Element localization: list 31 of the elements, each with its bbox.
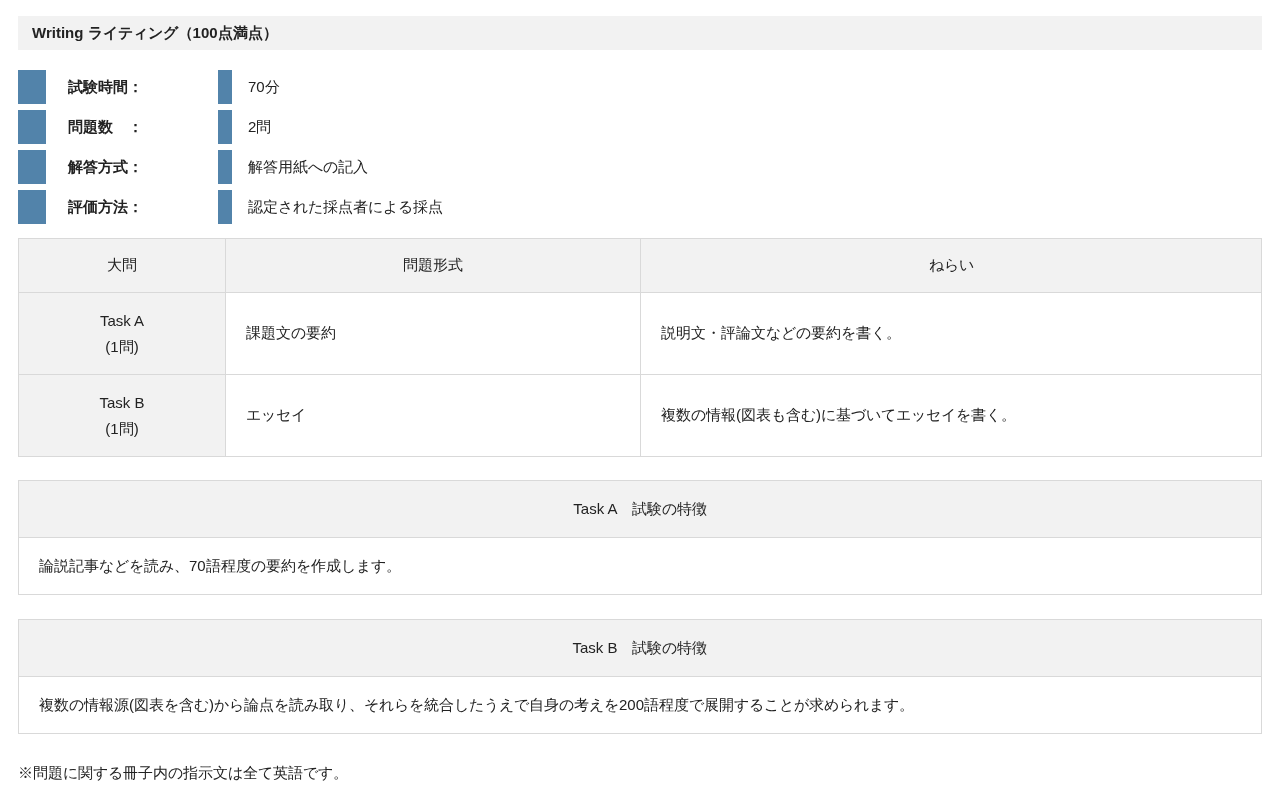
info-value: 2問 bbox=[248, 116, 272, 137]
label-marker bbox=[18, 190, 46, 224]
panel-text: 複数の情報源(図表を含む)から論点を読み取り、それらを統合したうえで自身の考えを200語程度で展開することが求められます。 bbox=[38, 694, 916, 715]
panel-text: 論説記事などを読み、70語程度の要約を作成します。 bbox=[38, 555, 402, 576]
table-cell: 複数の情報(図表も含む)に基づいてエッセイを書く。 bbox=[640, 374, 1262, 457]
info-value: 70分 bbox=[248, 76, 280, 97]
footnote: ※問題に関する冊子内の指示文は全て英語です。 bbox=[18, 763, 349, 783]
value-marker bbox=[218, 150, 232, 184]
table-cell: Task B (1問) bbox=[18, 374, 226, 457]
column-header: 問題形式 bbox=[225, 238, 641, 293]
info-label: 評価方法： bbox=[68, 196, 144, 217]
section-title: Writing ライティング（100点満点） bbox=[18, 16, 1262, 50]
value-marker bbox=[218, 190, 232, 224]
column-header: ねらい bbox=[640, 238, 1262, 293]
table-cell: エッセイ bbox=[225, 374, 641, 457]
table-cell: Task A (1問) bbox=[18, 292, 226, 375]
value-marker bbox=[218, 70, 232, 104]
label-marker bbox=[18, 110, 46, 144]
info-value: 解答用紙への記入 bbox=[248, 156, 368, 177]
info-label: 解答方式： bbox=[68, 156, 144, 177]
table-cell: 課題文の要約 bbox=[225, 292, 641, 375]
table-cell: 説明文・評論文などの要約を書く。 bbox=[640, 292, 1262, 375]
label-marker bbox=[18, 150, 46, 184]
info-label: 問題数 ： bbox=[68, 116, 144, 137]
info-value: 認定された採点者による採点 bbox=[248, 196, 443, 217]
info-label: 試験時間： bbox=[68, 76, 144, 97]
label-marker bbox=[18, 70, 46, 104]
panel-heading: Task A 試験の特徴 bbox=[19, 481, 1261, 538]
column-header: 大問 bbox=[18, 238, 226, 293]
value-marker bbox=[218, 110, 232, 144]
panel-heading: Task B 試験の特徴 bbox=[19, 620, 1261, 677]
